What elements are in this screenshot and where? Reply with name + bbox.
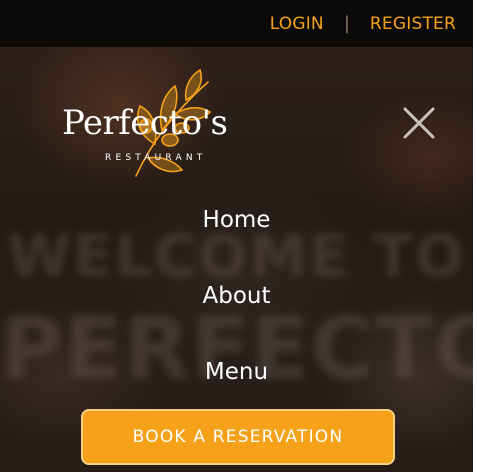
nav-item-menu[interactable]: Menu: [0, 359, 473, 385]
logo-subtitle: RESTAURANT: [105, 153, 207, 163]
close-menu-button[interactable]: [402, 106, 436, 140]
nav-item-about[interactable]: About: [0, 283, 473, 309]
nav-item-home[interactable]: Home: [0, 207, 473, 233]
top-bar: LOGIN | REGISTER: [0, 0, 473, 47]
restaurant-logo[interactable]: Perfecto's RESTAURANT: [62, 66, 252, 181]
page-edge: [473, 0, 477, 472]
logo-name: Perfecto's: [62, 103, 228, 143]
login-link[interactable]: LOGIN: [270, 14, 324, 34]
close-icon: [403, 107, 435, 139]
topbar-separator: |: [343, 13, 350, 34]
book-reservation-button[interactable]: BOOK A RESERVATION: [81, 409, 395, 465]
register-link[interactable]: REGISTER: [370, 14, 456, 34]
